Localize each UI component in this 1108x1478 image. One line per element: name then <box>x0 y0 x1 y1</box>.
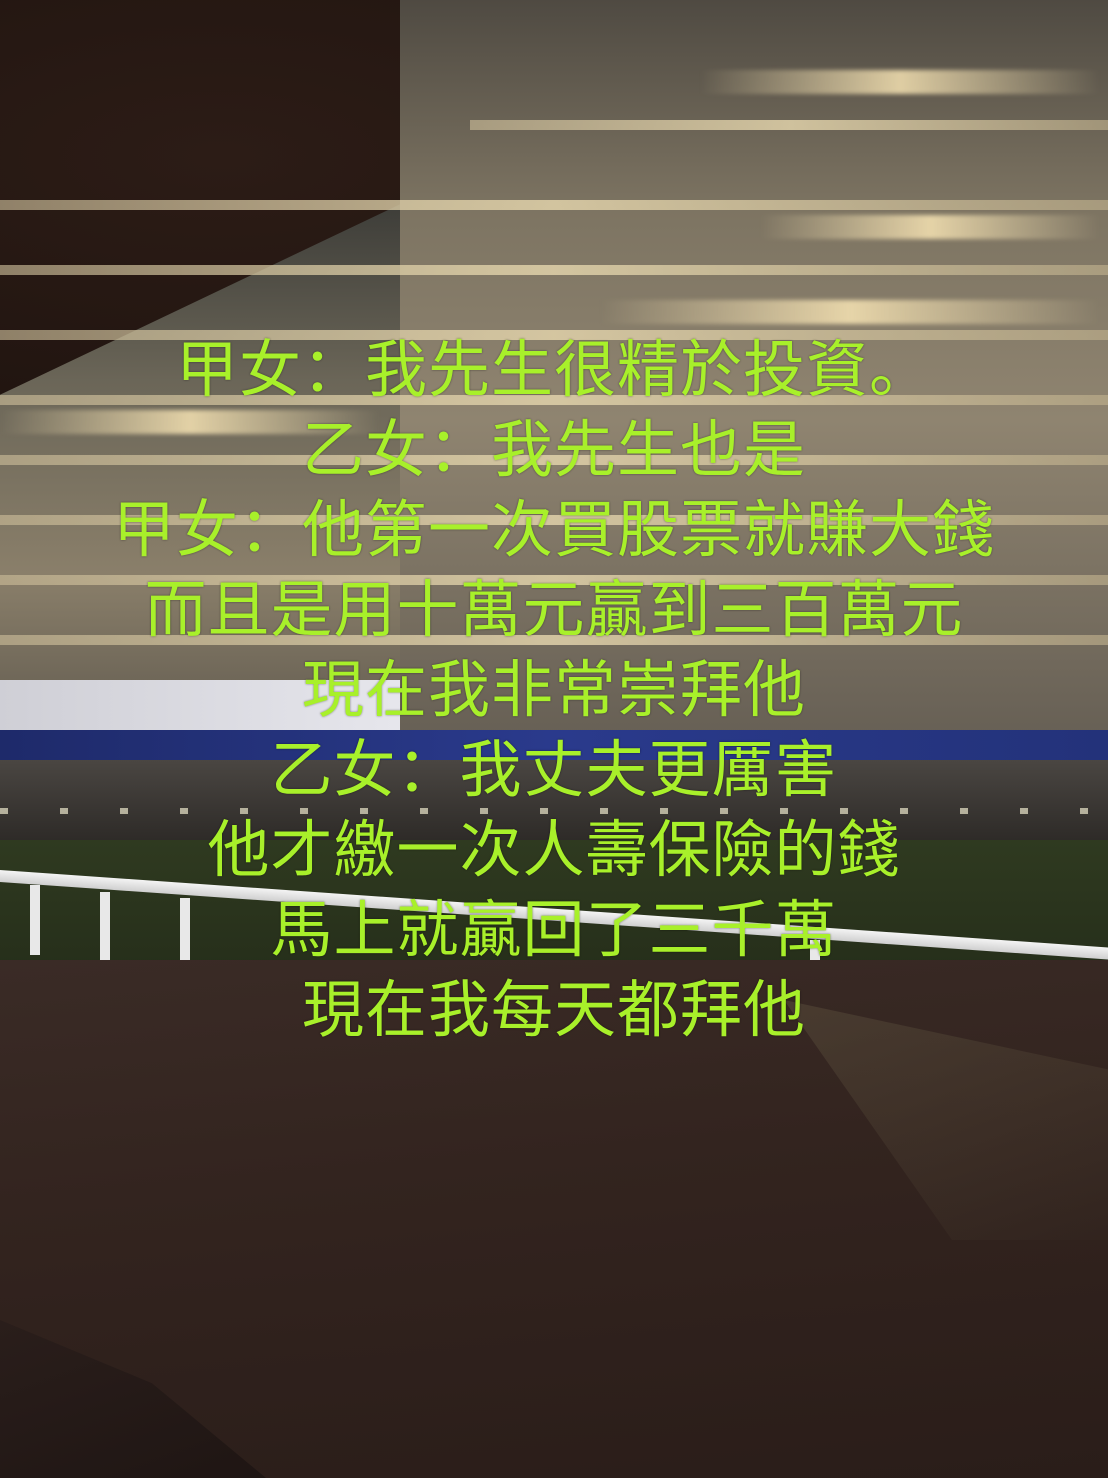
caption-line: 乙女：我丈夫更厲害 <box>270 733 838 806</box>
caption-line: 現在我非常崇拜他 <box>301 653 806 726</box>
caption-line: 乙女：我先生也是 <box>301 413 806 486</box>
caption-line: 而且是用十萬元贏到三百萬元 <box>144 573 964 646</box>
caption-overlay: 甲女：我先生很精於投資。 乙女：我先生也是 甲女：他第一次買股票就賺大錢 而且是… <box>0 330 1108 1050</box>
photo-background: 甲女：我先生很精於投資。 乙女：我先生也是 甲女：他第一次買股票就賺大錢 而且是… <box>0 0 1108 1478</box>
window-lights <box>700 70 1100 94</box>
floor-band <box>0 200 1108 210</box>
floor-band <box>470 120 1108 130</box>
caption-line: 甲女：我先生很精於投資。 <box>175 333 932 406</box>
caption-line: 甲女：他第一次買股票就賺大錢 <box>112 493 995 566</box>
window-lights <box>600 300 1100 324</box>
window-lights <box>760 215 1100 239</box>
caption-line: 馬上就贏回了三千萬 <box>270 893 838 966</box>
caption-line: 現在我每天都拜他 <box>301 973 806 1046</box>
caption-line: 他才繳一次人壽保險的錢 <box>207 813 901 886</box>
floor-band <box>0 265 1108 275</box>
